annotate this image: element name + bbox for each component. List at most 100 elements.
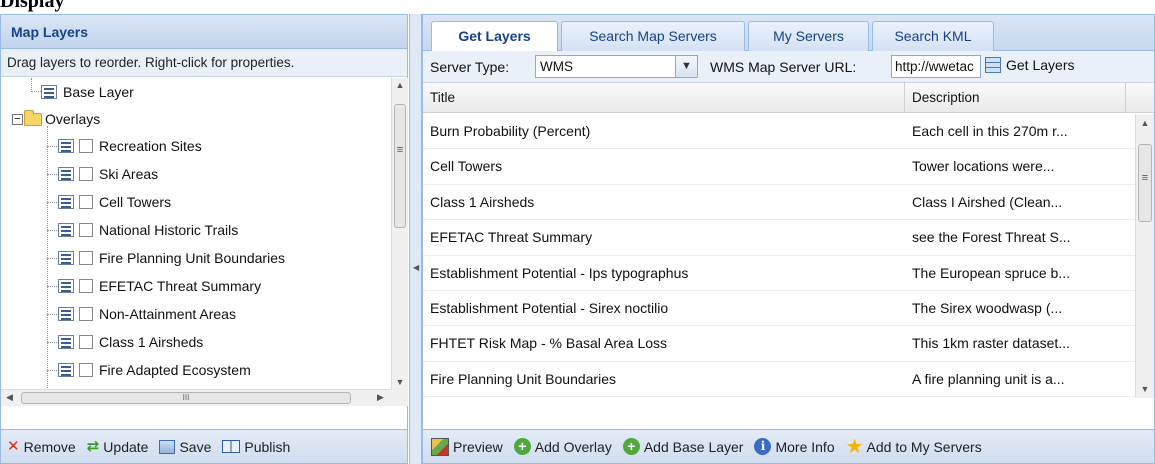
tab-get-layers[interactable]: Get Layers [431, 21, 558, 52]
scroll-thumb[interactable]: III [21, 392, 351, 404]
remove-x-icon: ✕ [7, 438, 20, 455]
add-to-my-servers-button[interactable]: ★ Add to My Servers [845, 435, 982, 458]
tree-node-overlay[interactable]: Recreation Sites [1, 132, 391, 160]
scroll-right-arrow-icon[interactable]: ▶ [377, 392, 384, 403]
layer-icon [58, 307, 74, 321]
save-button[interactable]: Save [159, 439, 211, 455]
map-layers-panel: Map Layers Drag layers to reorder. Right… [0, 14, 408, 464]
tree-node-label: EFETAC Threat Summary [99, 278, 262, 294]
add-overlay-button[interactable]: + Add Overlay [513, 438, 612, 455]
layer-visibility-checkbox[interactable] [79, 223, 93, 237]
scroll-left-arrow-icon[interactable]: ◀ [6, 392, 13, 403]
tab-search-kml[interactable]: Search KML [872, 21, 994, 51]
table-row[interactable]: EFETAC Threat Summary see the Forest Thre… [423, 220, 1135, 256]
scroll-thumb[interactable] [394, 104, 406, 228]
add-plus-icon: + [513, 438, 531, 455]
remove-button[interactable]: ✕ Remove [7, 439, 76, 455]
info-icon: i [754, 438, 772, 455]
scroll-up-arrow-icon[interactable]: ▲ [392, 80, 408, 90]
layer-visibility-checkbox[interactable] [79, 195, 93, 209]
layer-icon [58, 139, 74, 153]
table-row[interactable]: FHTET Risk Map - % Basal Area Loss This 1… [423, 326, 1135, 362]
tree-node-label: National Historic Trails [99, 222, 239, 238]
tree-node-label: Base Layer [63, 84, 134, 100]
table-row[interactable]: Class 1 Airsheds Class I Airshed (Clean..… [423, 185, 1135, 221]
cell-title: Class 1 Airsheds [430, 193, 535, 210]
tree-node-overlays[interactable]: − Overlays [1, 106, 391, 132]
publish-button[interactable]: Publish [222, 439, 290, 455]
layer-visibility-checkbox[interactable] [79, 167, 93, 181]
cell-title: Establishment Potential - Ips typographu… [430, 264, 689, 281]
tree-node-label: Non-Attainment Areas [99, 306, 236, 322]
table-row[interactable]: Burn Probability (Percent) Each cell in t… [423, 114, 1135, 150]
scroll-down-arrow-icon[interactable]: ▼ [392, 377, 408, 387]
tab-search-map-servers[interactable]: Search Map Servers [561, 21, 745, 51]
layer-visibility-checkbox[interactable] [79, 363, 93, 377]
map-layers-title: Map Layers [1, 15, 407, 49]
cell-description: This 1km raster dataset... [912, 335, 1070, 352]
save-icon [159, 439, 176, 454]
cell-description: The Sirex woodwasp (... [912, 299, 1063, 316]
tree-node-overlay[interactable]: Ski Areas [1, 160, 391, 188]
preview-button[interactable]: Preview [431, 437, 503, 456]
layer-icon [41, 85, 57, 99]
get-layers-button[interactable]: Get Layers [985, 57, 1074, 73]
url-label: WMS Map Server URL: [710, 59, 857, 75]
star-icon: ★ [845, 435, 864, 458]
scroll-down-arrow-icon[interactable]: ▼ [1136, 384, 1154, 394]
grid-vertical-scrollbar[interactable]: ▲ ≡ ▼ [1135, 114, 1154, 398]
table-row[interactable]: Fire Planning Unit Boundaries A fire plan… [423, 362, 1135, 398]
layer-icon [58, 335, 74, 349]
layer-visibility-checkbox[interactable] [79, 307, 93, 321]
cell-title: Cell Towers [430, 158, 503, 175]
tree-node-overlay[interactable]: Fire Adapted Ecosystem [1, 356, 391, 384]
tree-horizontal-scrollbar[interactable]: ◀ III ▶ [1, 389, 391, 406]
cell-title: Fire Planning Unit Boundaries [430, 370, 616, 387]
tree-node-overlay[interactable]: National Historic Trails [1, 216, 391, 244]
collapse-icon[interactable]: − [12, 113, 23, 125]
tab-my-servers[interactable]: My Servers [748, 21, 869, 51]
tree-node-overlay[interactable]: Class 1 Airsheds [1, 328, 391, 356]
layer-icon [58, 167, 74, 181]
panel-splitter[interactable]: ◀ [409, 14, 422, 464]
page-heading: Display [0, 0, 65, 12]
cell-description: A fire planning unit is a... [912, 370, 1065, 387]
grip-icon: ≡ [1141, 172, 1149, 184]
tree-node-overlay[interactable]: Cell Towers [1, 188, 391, 216]
scroll-up-arrow-icon[interactable]: ▲ [1136, 118, 1154, 128]
layer-visibility-checkbox[interactable] [79, 335, 93, 349]
server-url-input[interactable]: http://wwetac [891, 55, 981, 78]
layers-grid: Burn Probability (Percent) Each cell in t… [423, 114, 1135, 398]
server-type-select[interactable]: WMS ▼ [535, 55, 698, 78]
chevron-down-icon[interactable]: ▼ [675, 56, 697, 77]
layer-visibility-checkbox[interactable] [79, 279, 93, 293]
layer-icon [58, 363, 74, 377]
grip-icon: ≡ [396, 144, 404, 156]
cell-description: see the Forest Threat S... [912, 229, 1071, 246]
add-base-layer-button[interactable]: + Add Base Layer [622, 438, 743, 455]
folder-icon [24, 109, 42, 126]
tree-node-label: Fire Planning Unit Boundaries [99, 250, 285, 266]
column-header-title[interactable]: Title [423, 83, 905, 112]
drag-instructions: Drag layers to reorder. Right-click for … [1, 49, 407, 77]
collapse-arrow-icon[interactable]: ◀ [413, 263, 419, 272]
tree-node-overlay[interactable]: Fire Planning Unit Boundaries [1, 244, 391, 272]
layer-visibility-checkbox[interactable] [79, 251, 93, 265]
tree-node-overlay[interactable]: Non-Attainment Areas [1, 300, 391, 328]
column-header-description[interactable]: Description [905, 83, 1126, 112]
more-info-button[interactable]: i More Info [754, 438, 835, 455]
table-row[interactable]: Cell Towers Tower locations were... [423, 149, 1135, 185]
tree-vertical-scrollbar[interactable]: ▲ ≡ ▼ [391, 78, 408, 389]
table-icon [985, 57, 1001, 73]
get-layers-panel: Get Layers Search Map Servers My Servers… [422, 14, 1155, 464]
tree-node-label: Cell Towers [99, 194, 172, 210]
table-row[interactable]: Establishment Potential - Sirex noctilio… [423, 291, 1135, 327]
tree-node-overlay[interactable]: EFETAC Threat Summary [1, 272, 391, 300]
layer-icon [58, 251, 74, 265]
layer-visibility-checkbox[interactable] [79, 139, 93, 153]
tree-node-base-layer[interactable]: Base Layer [1, 78, 391, 106]
update-button[interactable]: ⇄ Update [87, 439, 149, 455]
table-row[interactable]: Establishment Potential - Ips typographu… [423, 256, 1135, 291]
tree-node-label: Ski Areas [99, 166, 159, 182]
scroll-corner [391, 389, 408, 406]
